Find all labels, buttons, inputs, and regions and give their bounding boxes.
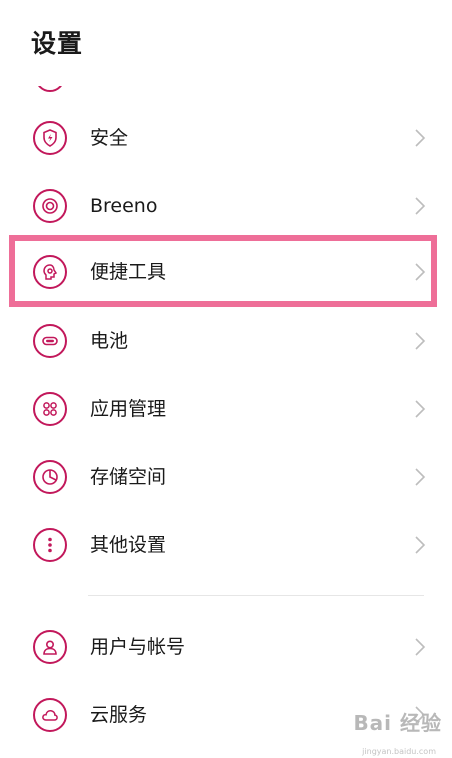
page-title: 设置 [31, 29, 84, 58]
chevron-right-icon [415, 400, 426, 418]
settings-item-more-settings[interactable]: 其他设置 [0, 516, 452, 574]
settings-item-app-management[interactable]: 应用管理 [0, 380, 452, 438]
chevron-right-icon [415, 332, 426, 350]
settings-item-label: 电池 [90, 330, 129, 352]
more-settings-icon [33, 528, 67, 562]
chevron-right-icon [415, 536, 426, 554]
watermark-url: jingyan.baidu.com [362, 747, 436, 756]
settings-item-label: 其他设置 [90, 534, 167, 556]
settings-item-label: 应用管理 [90, 398, 167, 420]
storage-icon [33, 460, 67, 494]
user-account-icon [33, 630, 67, 664]
settings-item-storage[interactable]: 存储空间 [0, 448, 452, 506]
shield-icon [33, 121, 67, 155]
settings-item-label: 用户与帐号 [90, 636, 186, 658]
settings-item-security[interactable]: 安全 [0, 109, 452, 167]
chevron-right-icon [415, 197, 426, 215]
cloud-icon [33, 698, 67, 732]
scroll-fade [0, 60, 452, 86]
breeno-icon [33, 189, 67, 223]
chevron-right-icon [415, 129, 426, 147]
settings-item-label: 云服务 [90, 704, 148, 726]
battery-icon [33, 324, 67, 358]
settings-item-label: 存储空间 [90, 466, 167, 488]
settings-item-user-account[interactable]: 用户与帐号 [0, 618, 452, 676]
settings-item-label: 便捷工具 [90, 261, 167, 283]
chevron-right-icon [415, 263, 426, 281]
watermark-logo: Bai 经验 [353, 711, 442, 735]
section-divider [88, 595, 424, 596]
chevron-right-icon [415, 638, 426, 656]
settings-item-label: Breeno [90, 195, 158, 217]
chevron-right-icon [415, 468, 426, 486]
convenience-tools-icon [33, 255, 67, 289]
settings-item-label: 安全 [90, 127, 129, 149]
settings-item-breeno[interactable]: Breeno [0, 177, 452, 235]
settings-item-battery[interactable]: 电池 [0, 312, 452, 370]
app-management-icon [33, 392, 67, 426]
settings-item-convenience-tools[interactable]: 便捷工具 [0, 243, 452, 301]
